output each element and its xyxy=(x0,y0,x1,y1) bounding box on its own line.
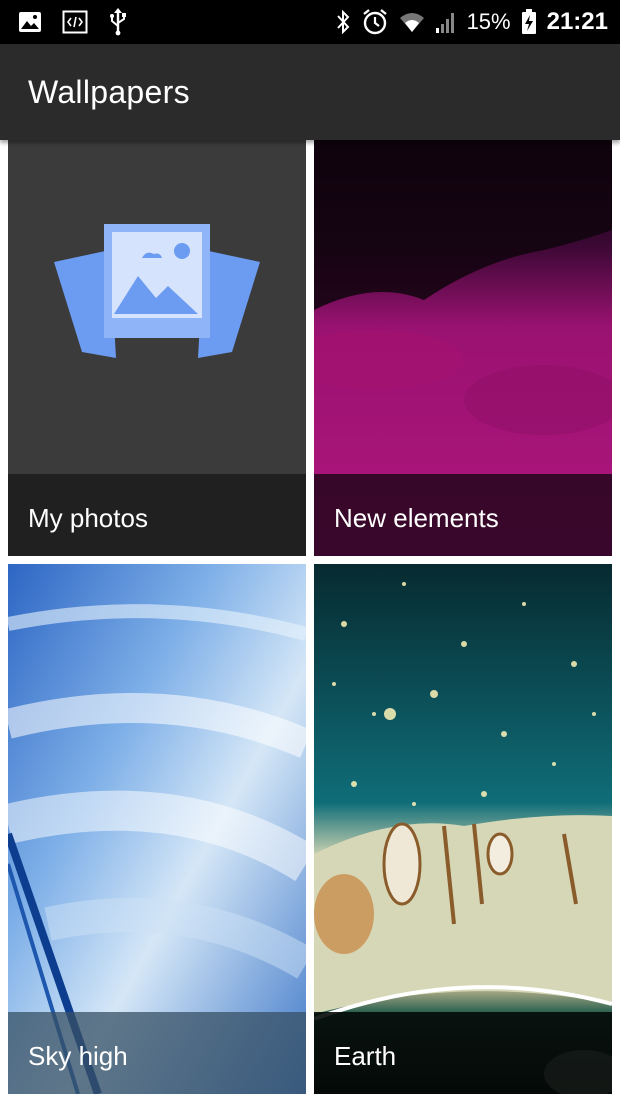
tile-label: Sky high xyxy=(28,1041,128,1071)
signal-icon xyxy=(435,10,457,34)
status-bar: 15% 21:21 xyxy=(0,0,620,44)
notification-icons xyxy=(18,8,128,36)
tile-label-bar: My photos xyxy=(8,474,306,556)
wifi-icon xyxy=(399,10,425,34)
tile-label: Earth xyxy=(334,1041,397,1071)
tile-new-elements[interactable]: New elements xyxy=(314,140,612,556)
tile-sky-high[interactable]: Sky high xyxy=(8,564,306,1094)
tile-label: New elements xyxy=(334,503,499,533)
tile-label-bar: New elements xyxy=(314,474,612,556)
page-title: Wallpapers xyxy=(28,74,190,110)
battery-charging-icon xyxy=(521,9,537,35)
tile-my-photos[interactable]: My photos xyxy=(8,140,306,556)
battery-percent: 15% xyxy=(466,9,511,34)
tile-label-bar: Earth xyxy=(314,1012,612,1094)
alarm-icon xyxy=(361,8,389,36)
system-icons: 15% 21:21 xyxy=(335,6,608,38)
tile-label-bar: Sky high xyxy=(8,1012,306,1094)
app-bar: Wallpapers xyxy=(0,44,620,140)
code-icon xyxy=(62,10,88,34)
tile-label: My photos xyxy=(28,503,148,533)
bluetooth-icon xyxy=(335,9,351,35)
image-icon xyxy=(18,11,42,33)
photos-stack-icon xyxy=(54,224,260,364)
clock: 21:21 xyxy=(546,8,608,35)
tile-earth[interactable]: Earth xyxy=(314,564,612,1094)
usb-icon xyxy=(108,8,128,36)
